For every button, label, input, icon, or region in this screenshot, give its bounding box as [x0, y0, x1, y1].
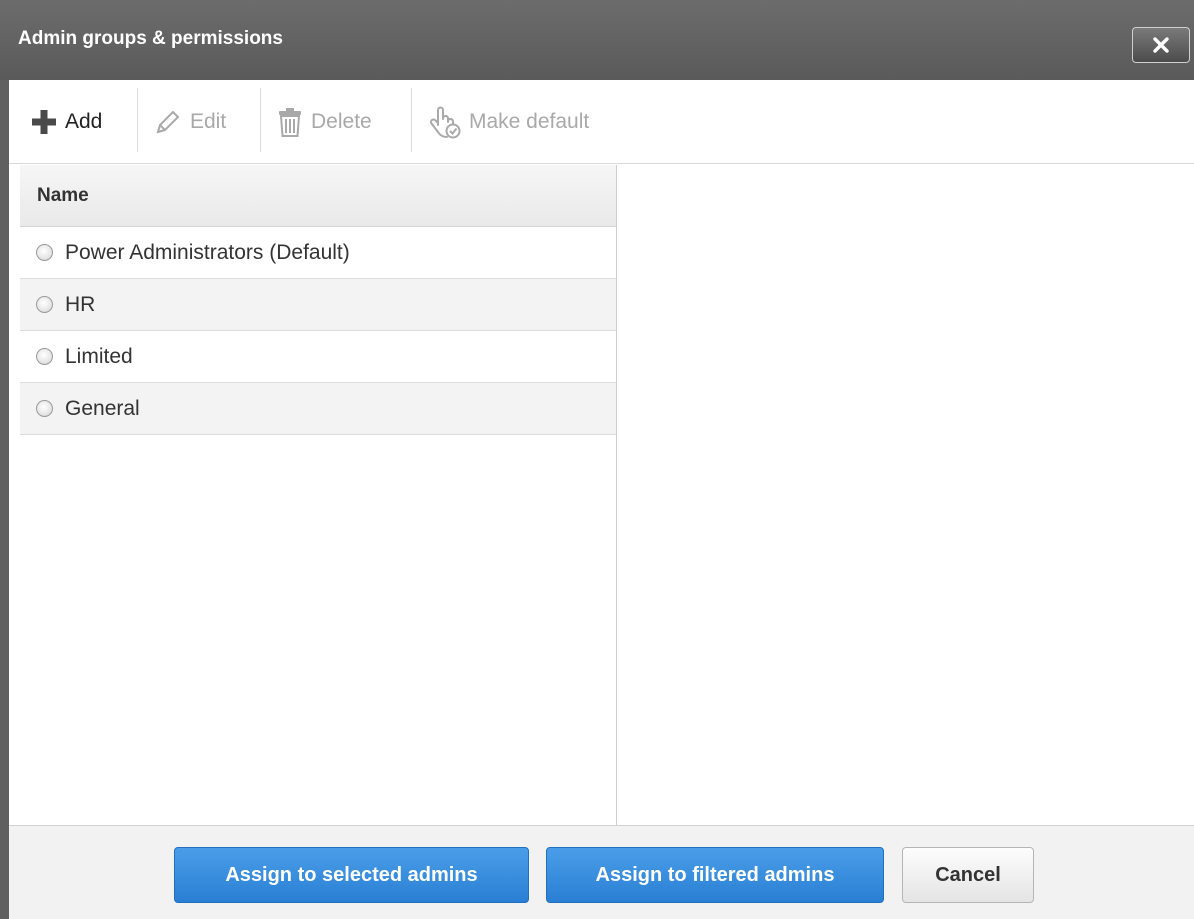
plus-icon [32, 110, 56, 134]
group-name: General [65, 396, 140, 420]
edit-label: Edit [190, 110, 227, 133]
add-label: Add [65, 110, 103, 133]
group-radio[interactable] [36, 296, 53, 313]
table-row[interactable]: Limited [20, 331, 616, 383]
make-default-label: Make default [469, 110, 590, 133]
group-radio[interactable] [36, 348, 53, 365]
assign-selected-button[interactable]: Assign to selected admins [174, 847, 529, 903]
name-column-header[interactable]: Name [20, 165, 616, 227]
dialog-titlebar: Admin groups & permissions [0, 0, 1194, 80]
close-button[interactable] [1132, 27, 1190, 63]
hand-check-icon [430, 106, 461, 139]
make-default-button[interactable]: Make default [429, 100, 589, 144]
group-name: Power Administrators (Default) [65, 240, 350, 264]
group-radio[interactable] [36, 400, 53, 417]
delete-label: Delete [311, 110, 372, 133]
dialog-footer: Assign to selected admins Assign to filt… [9, 825, 1194, 919]
pencil-icon [156, 110, 180, 134]
edit-button[interactable]: Edit [154, 100, 226, 144]
toolbar-divider [411, 88, 412, 152]
close-icon [1153, 37, 1169, 53]
toolbar: Add Edit Delete Make default [9, 80, 1194, 164]
toolbar-divider [137, 88, 138, 152]
cancel-button[interactable]: Cancel [902, 847, 1034, 903]
table-row[interactable]: General [20, 383, 616, 435]
table-row[interactable]: HR [20, 279, 616, 331]
trash-icon [279, 108, 301, 137]
dialog-title: Admin groups & permissions [18, 28, 283, 49]
assign-filtered-button[interactable]: Assign to filtered admins [546, 847, 884, 903]
groups-table: Name Power Administrators (Default) HR L… [20, 165, 617, 825]
group-radio[interactable] [36, 244, 53, 261]
toolbar-divider [260, 88, 261, 152]
group-name: Limited [65, 344, 133, 368]
add-button[interactable]: Add [31, 100, 102, 144]
admin-groups-dialog: Admin groups & permissions Add Edit Dele… [0, 0, 1194, 919]
table-row[interactable]: Power Administrators (Default) [20, 227, 616, 279]
delete-button[interactable]: Delete [277, 100, 372, 144]
group-name: HR [65, 292, 96, 316]
